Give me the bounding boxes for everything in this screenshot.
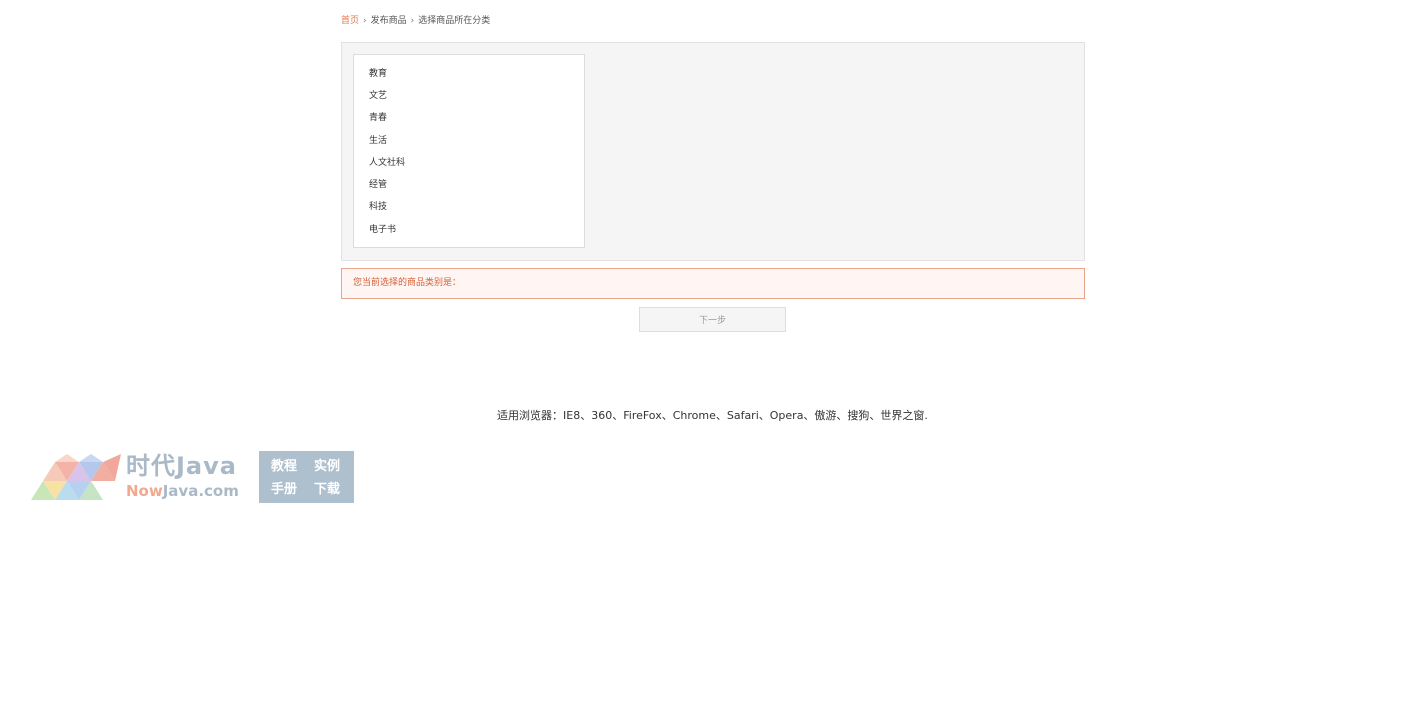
watermark-box-item: 手册: [271, 482, 298, 497]
category-list[interactable]: 教育 文艺 青春 生活 人文社科 经管 科技 电子书: [353, 54, 585, 248]
watermark-title: 时代Java: [126, 452, 237, 480]
watermark-box-item: 教程: [271, 459, 298, 474]
triangle-logo-icon: [31, 454, 121, 500]
supported-browsers-note: 适用浏览器：IE8、360、FireFox、Chrome、Safari、Oper…: [497, 409, 928, 422]
current-selection-bar: 您当前选择的商品类别是：: [341, 268, 1085, 299]
category-item-technology[interactable]: 科技: [369, 199, 387, 215]
breadcrumb-separator-icon: ›: [410, 16, 415, 26]
current-selection-label: 您当前选择的商品类别是：: [353, 278, 462, 288]
next-step-button[interactable]: 下一步: [639, 307, 786, 332]
breadcrumb-home-link[interactable]: 首页: [341, 16, 359, 26]
watermark-domain-rest: Java.com: [162, 482, 239, 500]
watermark-box: 教程 实例 手册 下载: [259, 451, 354, 503]
watermark-box-item: 实例: [314, 459, 341, 474]
breadcrumb: 首页 › 发布商品 › 选择商品所在分类: [341, 14, 490, 28]
page: 首页 › 发布商品 › 选择商品所在分类 教育 文艺 青春 生活 人文社科 经管 科技 …: [0, 0, 1425, 718]
category-panel: 教育 文艺 青春 生活 人文社科 经管 科技 电子书: [341, 42, 1085, 261]
category-item-education[interactable]: 教育: [369, 66, 387, 82]
breadcrumb-separator-icon: ›: [363, 16, 367, 26]
watermark-logo: 时代Java NowJava.com 教程 实例 手册 下载: [31, 451, 355, 503]
category-item-business[interactable]: 经管: [369, 177, 387, 193]
category-item-literature[interactable]: 文艺: [369, 88, 387, 104]
watermark-box-item: 下载: [314, 482, 341, 497]
breadcrumb-publish-link[interactable]: 发布商品: [371, 16, 407, 26]
category-item-life[interactable]: 生活: [369, 133, 387, 149]
watermark-domain: NowJava.com: [126, 482, 239, 500]
category-item-ebook[interactable]: 电子书: [369, 222, 396, 238]
breadcrumb-current: 选择商品所在分类: [418, 16, 491, 26]
category-item-humanities[interactable]: 人文社科: [369, 155, 405, 171]
watermark-domain-now: Now: [126, 482, 163, 500]
category-item-youth[interactable]: 青春: [369, 110, 387, 126]
